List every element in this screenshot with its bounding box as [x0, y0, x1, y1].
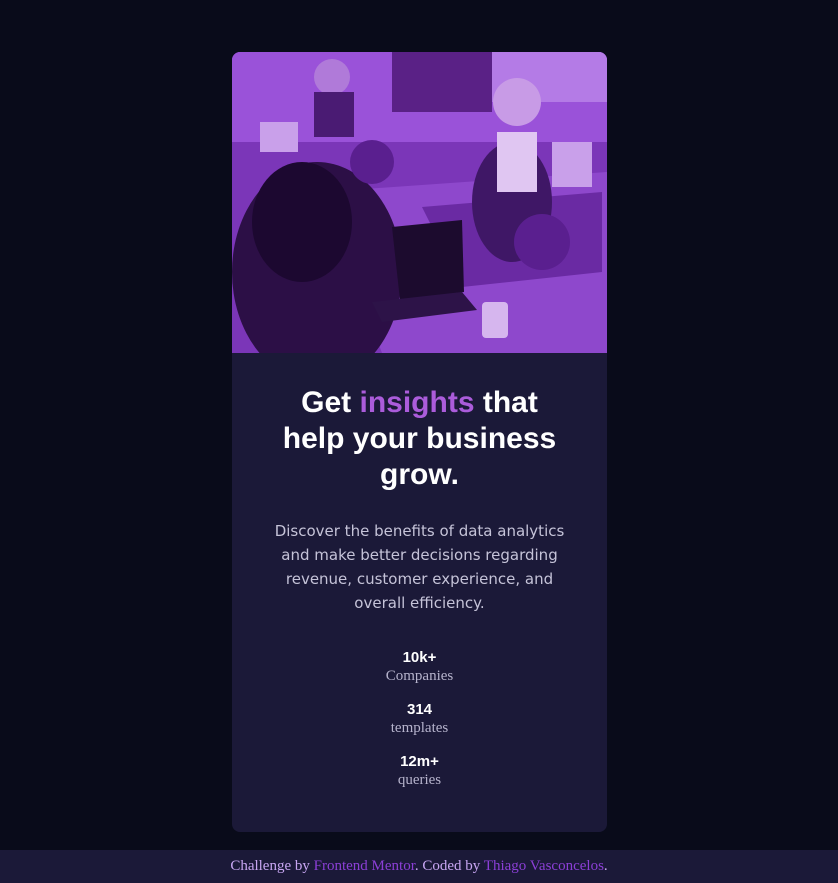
- stat-templates: 314 templates: [232, 701, 607, 737]
- stat-queries: 12m+ queries: [232, 753, 607, 789]
- stat-value: 10k+: [402, 649, 437, 666]
- office-photo-illustration: [232, 52, 607, 353]
- stat-value: 12m+: [400, 753, 439, 770]
- hero-image: [232, 52, 607, 353]
- stat-value: 314: [406, 701, 433, 718]
- stat-label: Companies: [385, 668, 454, 684]
- stats-preview-card: Get insights that help your business gro…: [232, 52, 607, 832]
- frontend-mentor-link[interactable]: Frontend Mentor: [314, 858, 415, 874]
- headline-accent: insights: [359, 386, 475, 419]
- headline-part-1: Get: [301, 386, 360, 419]
- attribution-footer: Challenge by Frontend Mentor. Coded by T…: [0, 850, 838, 883]
- card-headline: Get insights that help your business gro…: [272, 385, 567, 493]
- card-description: Discover the benefits of data analytics …: [274, 522, 565, 612]
- card-content: Get insights that help your business gro…: [232, 385, 607, 789]
- stats-list: 10k+ Companies 314 templates 12m+ querie…: [232, 649, 607, 789]
- footer-middle: . Coded by: [414, 858, 484, 874]
- author-link[interactable]: Thiago Vasconcelos: [484, 858, 604, 874]
- stat-companies: 10k+ Companies: [232, 649, 607, 685]
- stat-label: templates: [390, 720, 449, 736]
- footer-prefix: Challenge by: [230, 858, 314, 874]
- stat-label: queries: [397, 772, 442, 788]
- footer-suffix: .: [603, 858, 608, 874]
